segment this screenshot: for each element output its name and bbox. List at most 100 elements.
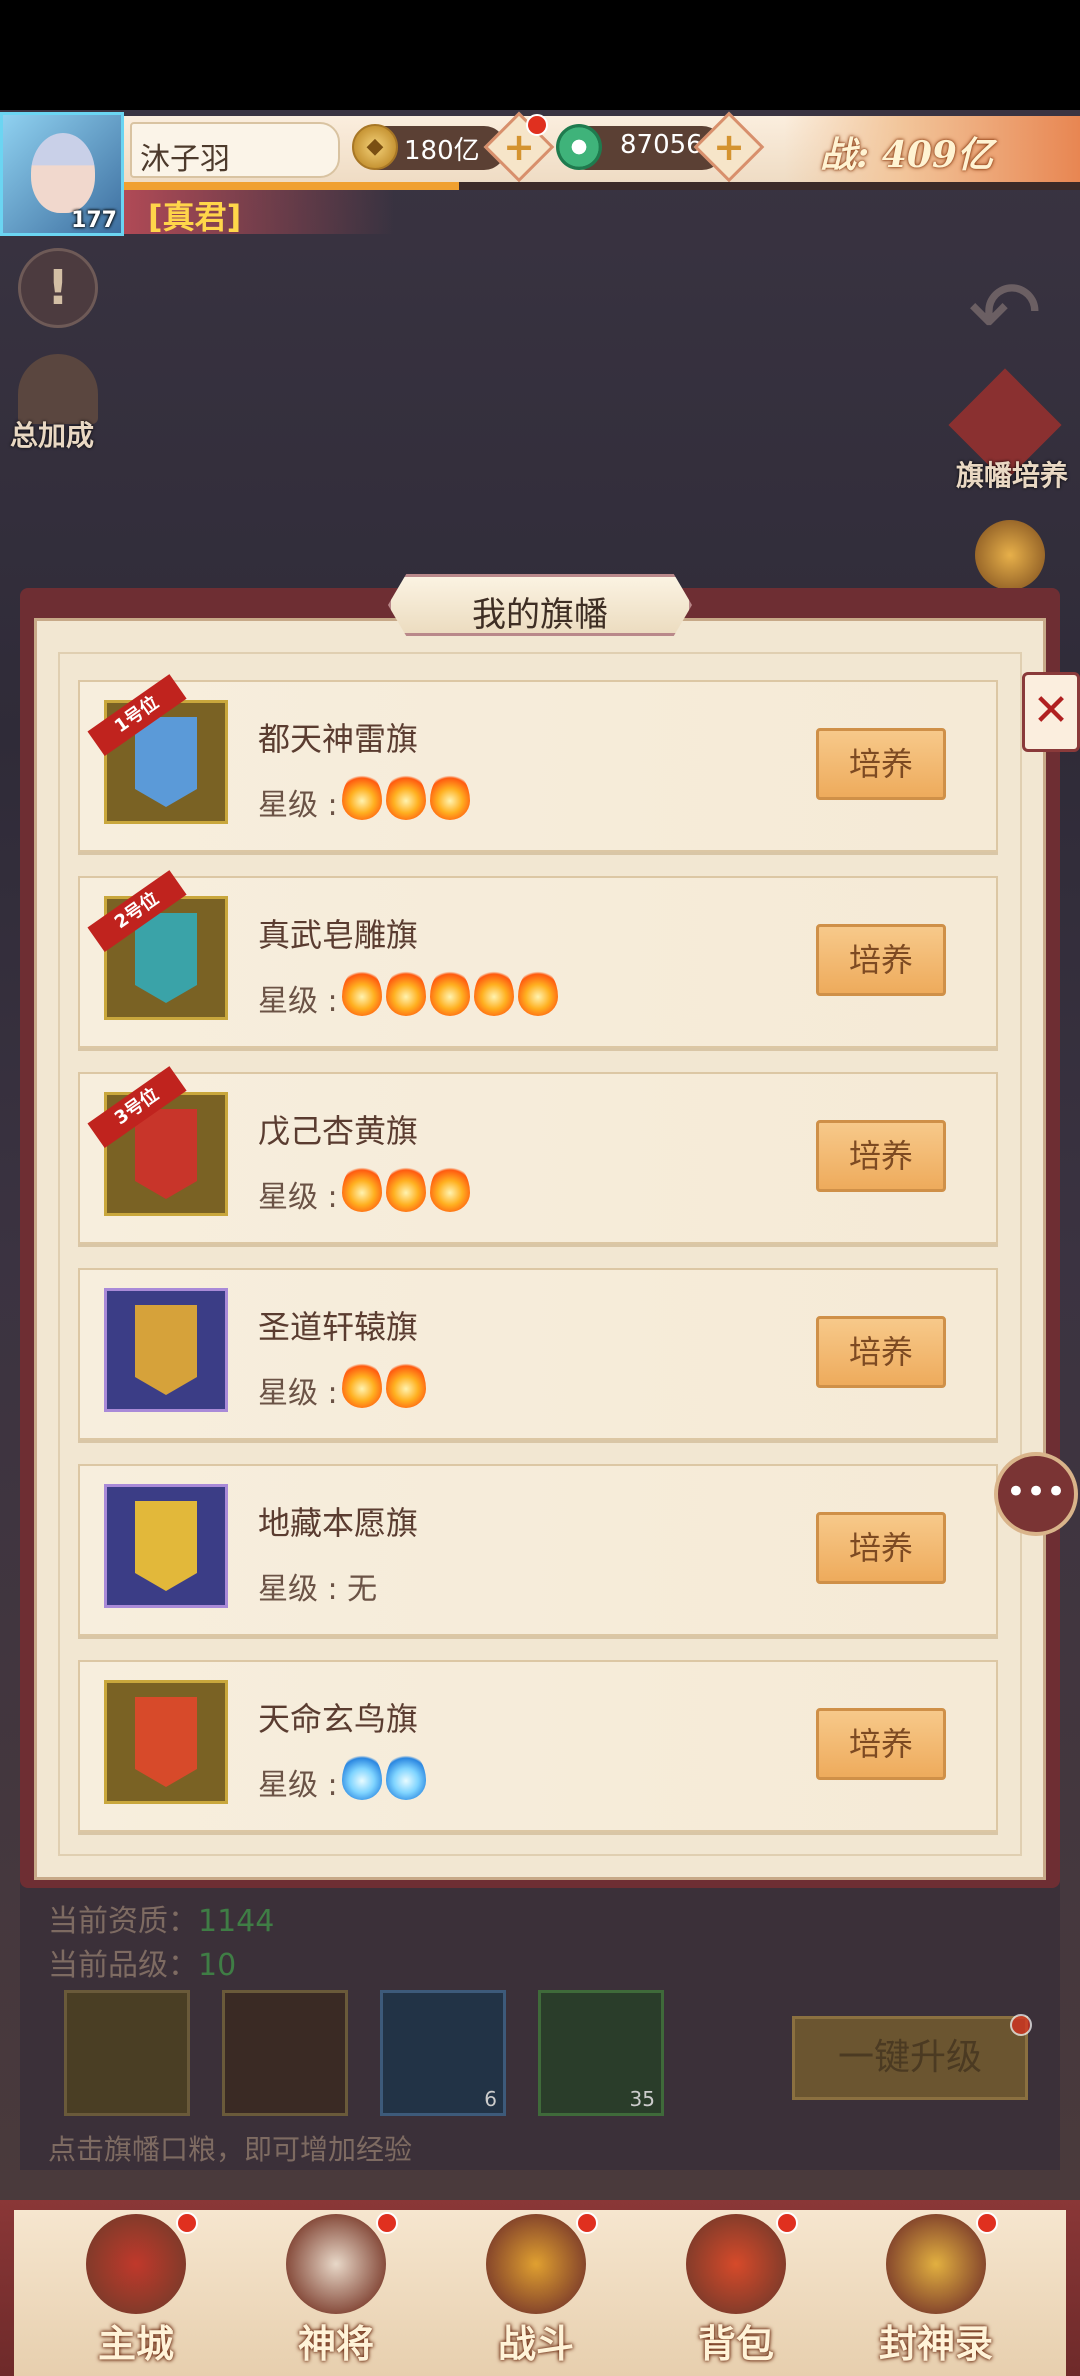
grade-line: 当前品级：10 (48, 1940, 236, 1984)
star-label: 星级 : (258, 1180, 338, 1215)
feed-hint: 点击旗幡口粮，即可增加经验 (48, 2133, 413, 2166)
nav-battle[interactable]: 战斗 (446, 2208, 626, 2374)
star-label: 星级 : (258, 1376, 338, 1411)
exp-fill (124, 182, 459, 190)
flag-icon[interactable]: 3号位 (87, 1066, 228, 1216)
nav-bag[interactable]: 背包 (646, 2208, 826, 2374)
plus-icon: + (713, 125, 745, 169)
nav-label: 神将 (297, 2322, 374, 2366)
nav-battle-icon (486, 2214, 586, 2314)
food-slot-3[interactable]: 6 (380, 1990, 506, 2116)
flag-icon[interactable]: 2号位 (87, 870, 228, 1020)
nav-heroes-icon (286, 2214, 386, 2314)
banner-icon (135, 913, 197, 1003)
coin-notification-dot (526, 114, 548, 136)
flame-icon (342, 1164, 382, 1212)
player-name-box: 沐子羽 (130, 122, 340, 178)
nav-notification-dot (176, 2212, 198, 2234)
panel-title: 我的旗幡 (472, 595, 608, 635)
star-rating (342, 1746, 426, 1806)
flag-icon[interactable] (104, 1680, 228, 1804)
train-button[interactable]: 培养 (816, 1708, 946, 1780)
info-button[interactable]: ! (18, 248, 98, 328)
food-slot-4[interactable]: 35 (538, 1990, 664, 2116)
nav-records[interactable]: 封神录 (846, 2208, 1026, 2374)
nav-heroes[interactable]: 神将 (246, 2208, 426, 2374)
back-arrow-icon[interactable]: ↶ (960, 268, 1050, 358)
flame-icon (342, 772, 382, 820)
flag-row: 3号位 戊己杏黄旗 星级 : 培养 (78, 1066, 998, 1244)
nav-records-icon (886, 2214, 986, 2314)
banner-icon (135, 717, 197, 807)
banner-icon (135, 1305, 197, 1395)
banner-icon (135, 1697, 197, 1787)
flag-row: 1号位 都天神雷旗 星级 : 培养 (78, 674, 998, 852)
flag-icon[interactable]: 1号位 (87, 674, 228, 824)
flag-icon[interactable] (104, 1288, 228, 1412)
total-bonus-label[interactable]: 总加成 (10, 414, 94, 454)
upgrade-notification-dot (1010, 2014, 1032, 2036)
orb-icon[interactable] (975, 520, 1045, 590)
flame-icon (342, 968, 382, 1016)
player-avatar[interactable]: 177 (0, 112, 124, 236)
flag-row: 2号位 真武皂雕旗 星级 : 培养 (78, 870, 998, 1048)
nav-label: 封神录 (878, 2322, 993, 2366)
aptitude-value: 1144 (198, 1904, 275, 1939)
add-jade-button[interactable]: + (693, 111, 765, 183)
banner-icon (135, 1109, 197, 1199)
food-slot-1[interactable] (64, 1990, 190, 2116)
flame-icon (386, 1360, 426, 1408)
top-resource-bar: 沐子羽 ◆ 180亿 + 87056 + 战: 409亿 (124, 111, 1080, 183)
train-button[interactable]: 培养 (816, 1512, 946, 1584)
food-slot-2[interactable] (222, 1990, 348, 2116)
flame-icon (430, 968, 470, 1016)
grade-value: 10 (198, 1948, 237, 1983)
combat-power: 战: 409亿 (820, 134, 993, 176)
train-button[interactable]: 培养 (816, 924, 946, 996)
flag-name: 真武皂雕旗 (258, 916, 419, 954)
jade-icon (556, 124, 602, 170)
one-click-upgrade-button[interactable]: 一键升级 (792, 2016, 1028, 2100)
blue-flame-icon (386, 1752, 426, 1800)
star-label: 星级 : (258, 984, 338, 1019)
nav-label: 背包 (697, 2322, 774, 2366)
player-title-tag: [真君] (124, 190, 394, 236)
coin-amount: 180亿 (404, 136, 480, 166)
nav-notification-dot (376, 2212, 398, 2234)
flame-icon (518, 968, 558, 1016)
star-rating (342, 766, 470, 826)
train-button[interactable]: 培养 (816, 1120, 946, 1192)
chat-button[interactable]: ••• (994, 1452, 1078, 1536)
flame-icon (342, 1360, 382, 1408)
flame-icon (386, 772, 426, 820)
banner-train-label[interactable]: 旗幡培养 (956, 454, 1068, 494)
slot-count: 35 (629, 2087, 655, 2111)
flag-name: 天命玄鸟旗 (258, 1700, 419, 1738)
flame-icon (386, 968, 426, 1016)
flag-name: 圣道轩辕旗 (258, 1308, 419, 1346)
train-button[interactable]: 培养 (816, 1316, 946, 1388)
train-button[interactable]: 培养 (816, 728, 946, 800)
player-title: [真君] (148, 198, 242, 236)
flame-icon (386, 1164, 426, 1212)
flame-icon (430, 1164, 470, 1212)
blue-flame-icon (342, 1752, 382, 1800)
slot-count: 6 (484, 2087, 497, 2111)
flag-name: 地藏本愿旗 (258, 1504, 419, 1542)
jade-amount: 87056 (620, 130, 703, 160)
status-bar (0, 0, 1080, 110)
nav-label: 主城 (97, 2322, 174, 2366)
flag-name: 都天神雷旗 (258, 720, 419, 758)
avatar-face (31, 133, 95, 213)
flame-icon (430, 772, 470, 820)
info-icon: ! (47, 260, 69, 316)
flag-icon[interactable] (104, 1484, 228, 1608)
nav-main-city[interactable]: 主城 (46, 2208, 226, 2374)
close-button[interactable]: ✕ (1022, 672, 1080, 752)
panel-title-plate: 我的旗幡 (388, 574, 692, 636)
aptitude-label: 当前资质： (48, 1904, 198, 1939)
flag-row: 天命玄鸟旗 星级 : 培养 (78, 1660, 998, 1832)
nav-notification-dot (576, 2212, 598, 2234)
flag-row: 圣道轩辕旗 星级 : 培养 (78, 1268, 998, 1440)
exp-bar (124, 182, 1080, 190)
